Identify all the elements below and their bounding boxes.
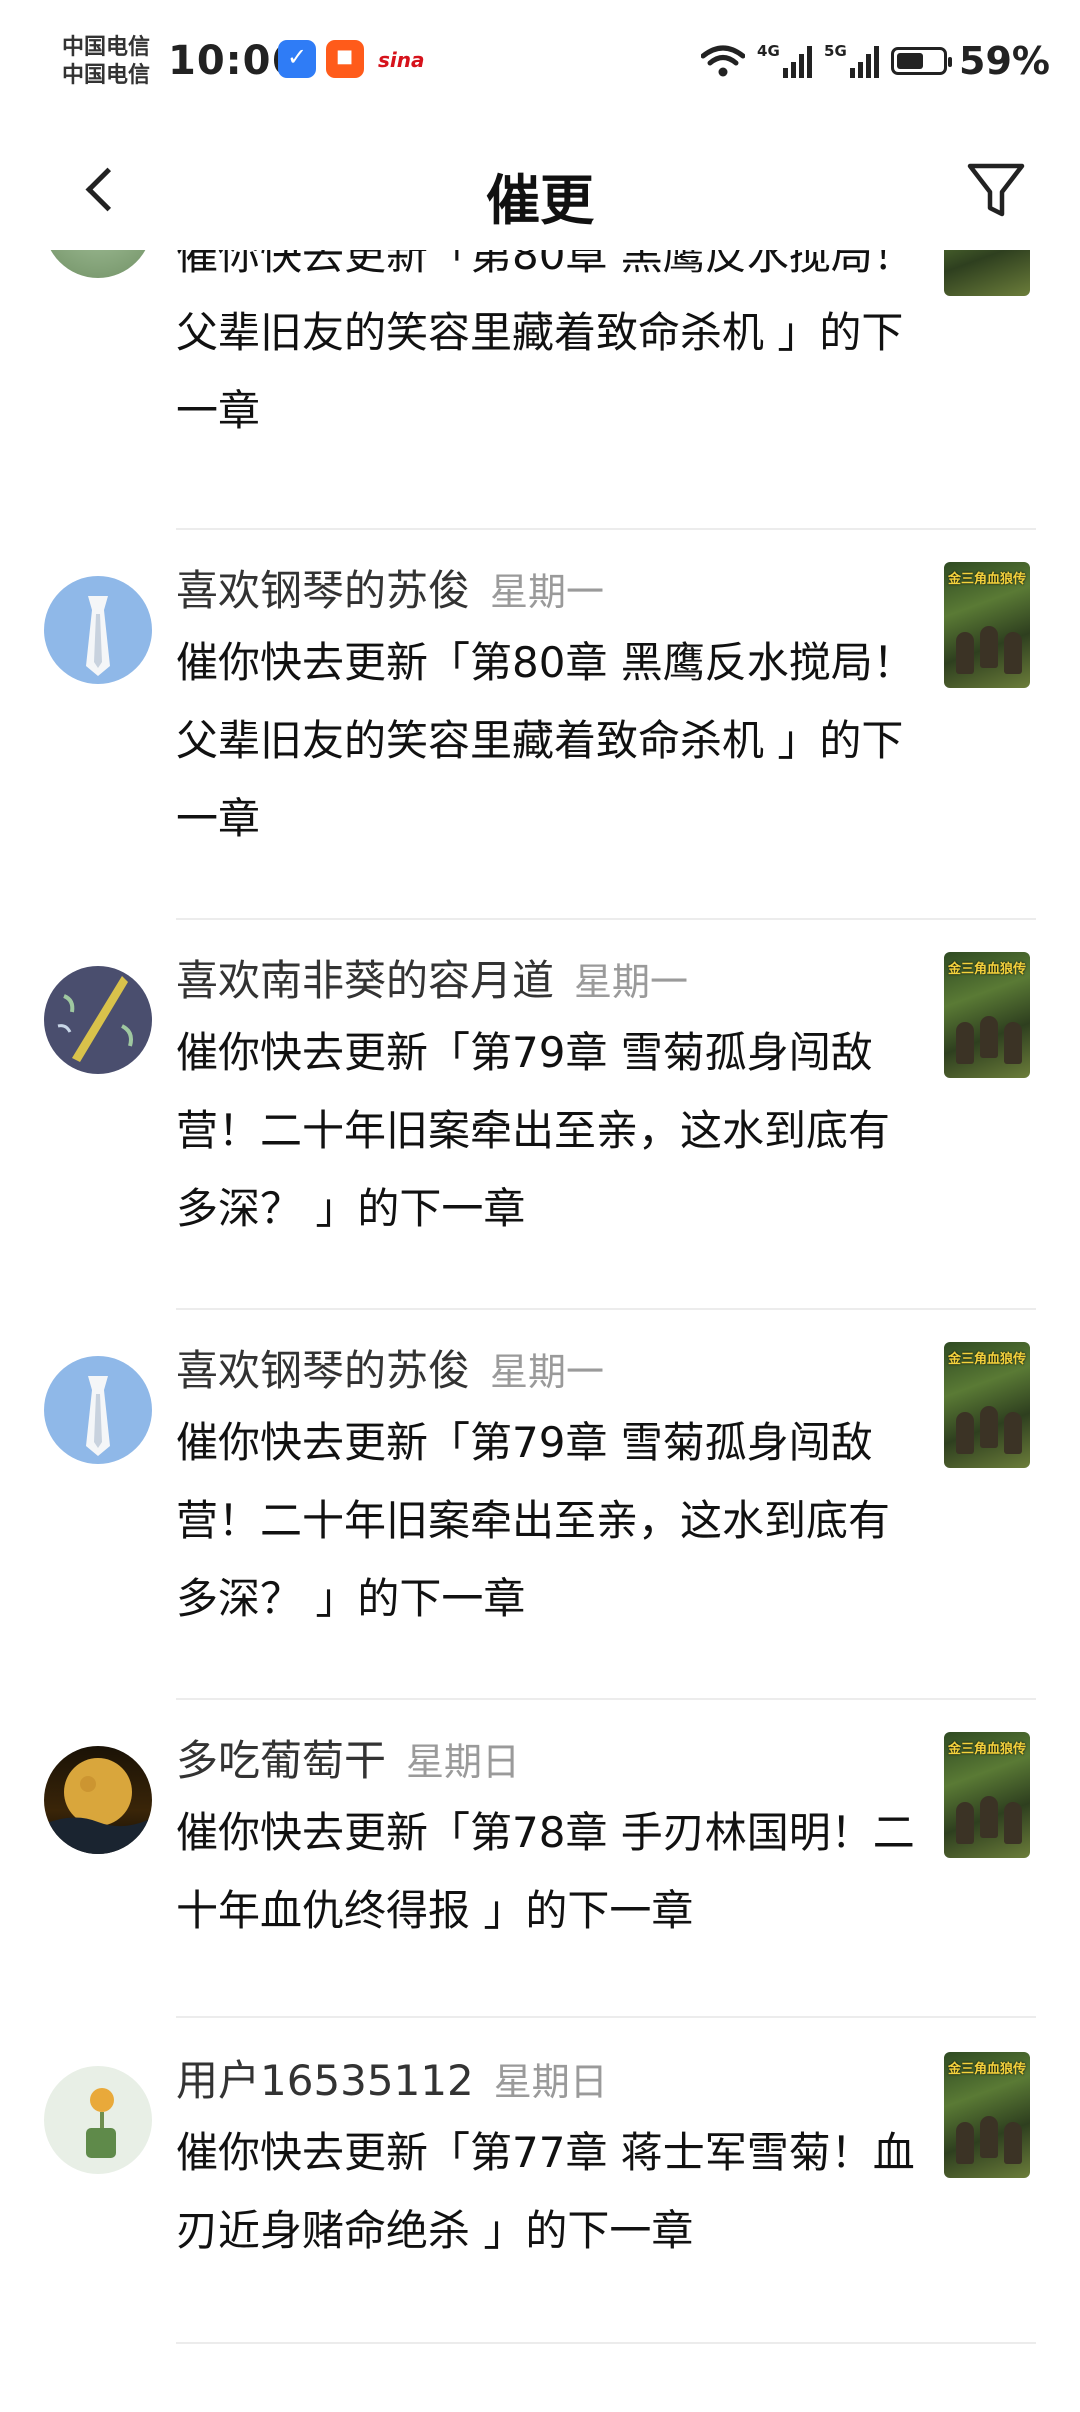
battery-icon: [891, 47, 953, 75]
divider: [176, 2016, 1036, 2018]
status-indicators: 4G 5G 59%: [701, 36, 1050, 86]
battery-percent: 59%: [959, 39, 1050, 83]
signal-4g-label: 4G: [757, 42, 780, 60]
wifi-icon: [701, 45, 746, 77]
cover-title: 金三角血狼传: [948, 1352, 1027, 1367]
avatar-art: [86, 2088, 116, 2158]
sina-app-icon: sina: [378, 48, 425, 72]
news-app-icon: [326, 40, 364, 78]
divider: [176, 528, 1036, 530]
signal-5g-icon: 5G: [824, 42, 880, 78]
user-line: 喜欢钢琴的苏俊 星期一: [176, 562, 604, 621]
avatar: [44, 966, 152, 1074]
nudge-message: 催你快去更新「第78章 手刃林国明！二十年血仇终得报 」的下一章: [176, 1808, 915, 1935]
nudge-message: 催你快去更新「第79章 雪菊孤身闯敌营！二十年旧案牵出至亲，这水到底有多深？ 」…: [176, 1418, 891, 1623]
day-label: 星期一: [490, 570, 605, 614]
day-label: 星期日: [493, 2060, 608, 2104]
avatar: [44, 1746, 152, 1854]
avatar-art: [86, 596, 110, 676]
user-line: 用户16535112 星期日: [176, 2052, 608, 2111]
cover-title: 金三角血狼传: [948, 572, 1027, 587]
avatar-art: [44, 1758, 152, 1854]
divider: [176, 2342, 1036, 2344]
user-name[interactable]: 喜欢钢琴的苏俊: [176, 566, 470, 615]
list-item[interactable]: 喜欢钢琴的苏俊 星期一 催你快去更新「第80章 黑鹰反水搅局！父辈旧友的笑容里藏着…: [0, 560, 1080, 920]
nudge-message: 催你快去更新「第77章 蒋士军雪菊！血刃近身赌命绝杀 」的下一章: [176, 2128, 915, 2255]
list-item[interactable]: 喜欢南非葵的容月道 星期一 催你快去更新「第79章 雪菊孤身闯敌营！二十年旧案牵出…: [0, 950, 1080, 1310]
avatar: [44, 2066, 152, 2174]
cover-title: 金三角血狼传: [948, 962, 1027, 977]
avatar: [44, 1356, 152, 1464]
user-line: 喜欢南非葵的容月道 星期一: [176, 952, 688, 1011]
book-cover[interactable]: 金三角血狼传: [944, 1732, 1030, 1858]
nudge-message: 催你快去更新「第80章 黑鹰反水搅局！父辈旧友的笑容里藏着致命杀机 」的下一章: [176, 250, 915, 435]
filter-icon[interactable]: [964, 158, 1028, 222]
user-line: 喜欢钢琴的苏俊 星期一: [176, 1342, 604, 1401]
nav-bar: 催更: [0, 130, 1080, 250]
cover-title: 金三角血狼传: [948, 1742, 1027, 1757]
page-title: 催更: [486, 169, 594, 232]
signal-4g-icon: 4G: [757, 42, 813, 78]
book-cover[interactable]: 金三角血狼传: [944, 1342, 1030, 1468]
security-app-icon: [278, 40, 316, 78]
list-item[interactable]: 催你快去更新「第80章 黑鹰反水搅局！父辈旧友的笑容里藏着致命杀机 」的下一章: [0, 250, 1080, 530]
user-name[interactable]: 喜欢钢琴的苏俊: [176, 1346, 470, 1395]
carrier-1: 中国电信: [62, 35, 151, 60]
list-item[interactable]: 用户16535112 星期日 催你快去更新「第77章 蒋士军雪菊！血刃近身赌命绝杀…: [0, 2050, 1080, 2350]
day-label: 星期日: [406, 1740, 521, 1784]
carrier-2: 中国电信: [62, 63, 151, 88]
user-name[interactable]: 用户16535112: [176, 2056, 474, 2105]
user-name[interactable]: 多吃葡萄干: [176, 1736, 386, 1785]
nudge-list: 催你快去更新「第80章 黑鹰反水搅局！父辈旧友的笑容里藏着致命杀机 」的下一章 …: [0, 250, 1080, 2412]
carrier-labels: 中国电信 中国电信: [62, 34, 150, 90]
day-label: 星期一: [490, 1350, 605, 1394]
nudge-message: 催你快去更新「第80章 黑鹰反水搅局！父辈旧友的笑容里藏着致命杀机 」的下一章: [176, 638, 915, 843]
book-cover[interactable]: 金三角血狼传: [944, 562, 1030, 688]
day-label: 星期一: [574, 960, 689, 1004]
list-item[interactable]: 喜欢钢琴的苏俊 星期一 催你快去更新「第79章 雪菊孤身闯敌营！二十年旧案牵出至亲…: [0, 1340, 1080, 1700]
book-cover[interactable]: 金三角血狼传: [944, 952, 1030, 1078]
divider: [176, 1308, 1036, 1310]
avatar: [44, 576, 152, 684]
cover-title: 金三角血狼传: [948, 2062, 1027, 2077]
divider: [176, 918, 1036, 920]
avatar: [44, 250, 152, 278]
user-line: 多吃葡萄干 星期日: [176, 1732, 520, 1791]
status-bar: 中国电信 中国电信 10:06 sina 4G 5G 59%: [0, 0, 1080, 120]
book-cover[interactable]: 金三角血狼传: [944, 2052, 1030, 2178]
divider: [176, 1698, 1036, 1700]
user-name[interactable]: 喜欢南非葵的容月道: [176, 956, 554, 1005]
avatar-art: [86, 1376, 110, 1456]
battery-level: [897, 53, 924, 69]
scroll-indicator: [1024, 2380, 1068, 2386]
list-item[interactable]: 多吃葡萄干 星期日 催你快去更新「第78章 手刃林国明！二十年血仇终得报 」的下一…: [0, 1730, 1080, 2020]
nudge-message: 催你快去更新「第79章 雪菊孤身闯敌营！二十年旧案牵出至亲，这水到底有多深？ 」…: [176, 1028, 891, 1233]
signal-5g-label: 5G: [824, 42, 847, 60]
book-cover: [944, 250, 1030, 296]
avatar-art: [57, 976, 133, 1062]
